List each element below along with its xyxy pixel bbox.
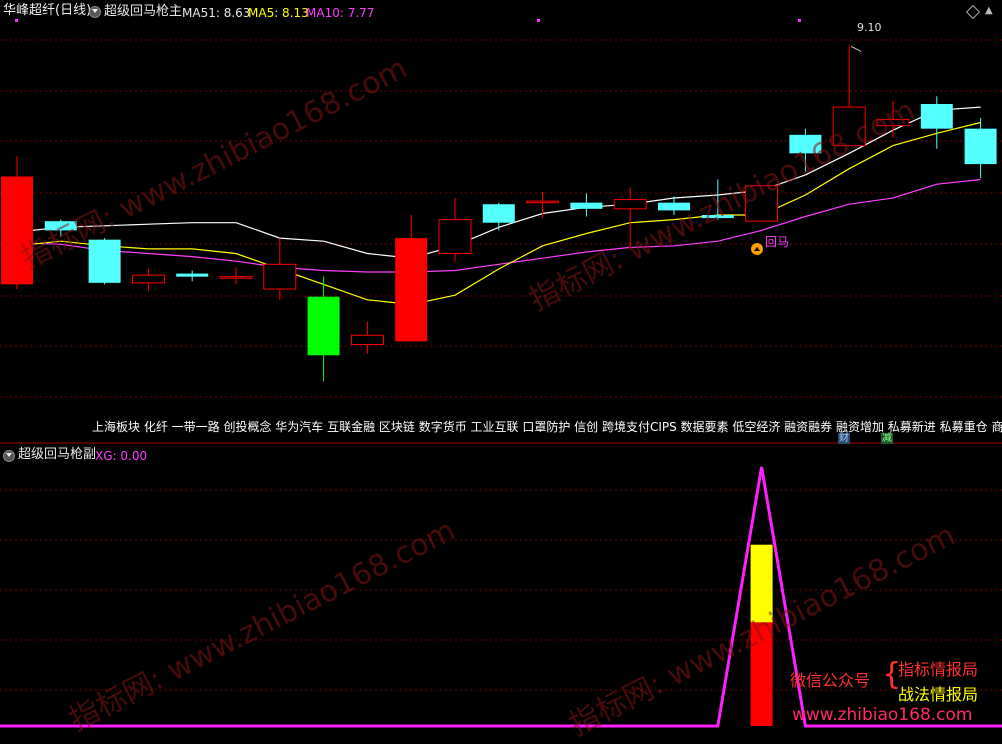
ma51-label: MA51: 8.63 [182, 6, 251, 20]
candle-body [350, 334, 384, 345]
promo-url[interactable]: www.zhibiao168.com [792, 705, 972, 725]
signal-bar-yellow [750, 544, 773, 623]
candle-body [701, 215, 734, 219]
candle-body [482, 204, 515, 223]
stock-title: 华峰超纤(日线) [3, 3, 92, 18]
promo-label: 微信公众号 [790, 671, 871, 690]
candle-body [1, 176, 33, 285]
candle-body [570, 202, 603, 209]
cai-badge[interactable]: 财 [838, 433, 850, 444]
candle-body [613, 199, 647, 210]
candle-body [745, 185, 779, 222]
marker-dot [15, 19, 18, 22]
candle-body [307, 296, 340, 356]
promo-line-2: 战法情报局 [898, 685, 979, 704]
signal-bar-red [750, 622, 773, 726]
candle-body [131, 274, 165, 284]
scroll-up-icon[interactable]: ▲ [985, 4, 993, 18]
candle-body [395, 238, 428, 342]
huima-signal-label: 回马 [765, 235, 790, 249]
sub-indicator-menu-icon[interactable] [3, 450, 15, 462]
promo-line-1: 指标情报局 [898, 660, 979, 679]
candle-body [176, 273, 209, 277]
candle-body [964, 128, 997, 165]
candle-body [789, 134, 822, 154]
candle-body [526, 200, 560, 204]
high-price-arrow [850, 45, 862, 52]
xg-label: XG: 0.00 [95, 449, 148, 463]
sector-tags[interactable]: 上海板块 化纤 一带一路 创投概念 华为汽车 互联金融 区块链 数字货币 工业互… [92, 418, 1002, 435]
candle-body [658, 202, 690, 211]
marker-dot [537, 19, 540, 22]
candle-body [263, 263, 297, 290]
huima-signal-icon[interactable] [751, 243, 763, 255]
candle-body [219, 276, 253, 279]
candle-body [88, 239, 121, 283]
ma5-label: MA5: 8.13 [248, 6, 309, 20]
jian-badge[interactable]: 减 [881, 433, 893, 444]
chart-canvas[interactable] [0, 0, 1002, 731]
main-indicator-name[interactable]: 超级回马枪主 [104, 5, 182, 19]
candle-body [832, 106, 866, 147]
high-price-label: 9.10 [857, 21, 882, 34]
chart-window: 指标网: www.zhibiao168.com 指标网: www.zhibiao… [0, 0, 1002, 743]
candle-body [44, 221, 77, 231]
indicator-menu-icon[interactable] [89, 6, 101, 18]
candle-body [876, 118, 910, 127]
sub-indicator-name[interactable]: 超级回马枪副 [18, 448, 96, 462]
candle-body [920, 104, 953, 129]
candle-body [438, 219, 472, 255]
marker-dot [798, 19, 801, 22]
ma10-label: MA10: 7.77 [306, 6, 375, 20]
